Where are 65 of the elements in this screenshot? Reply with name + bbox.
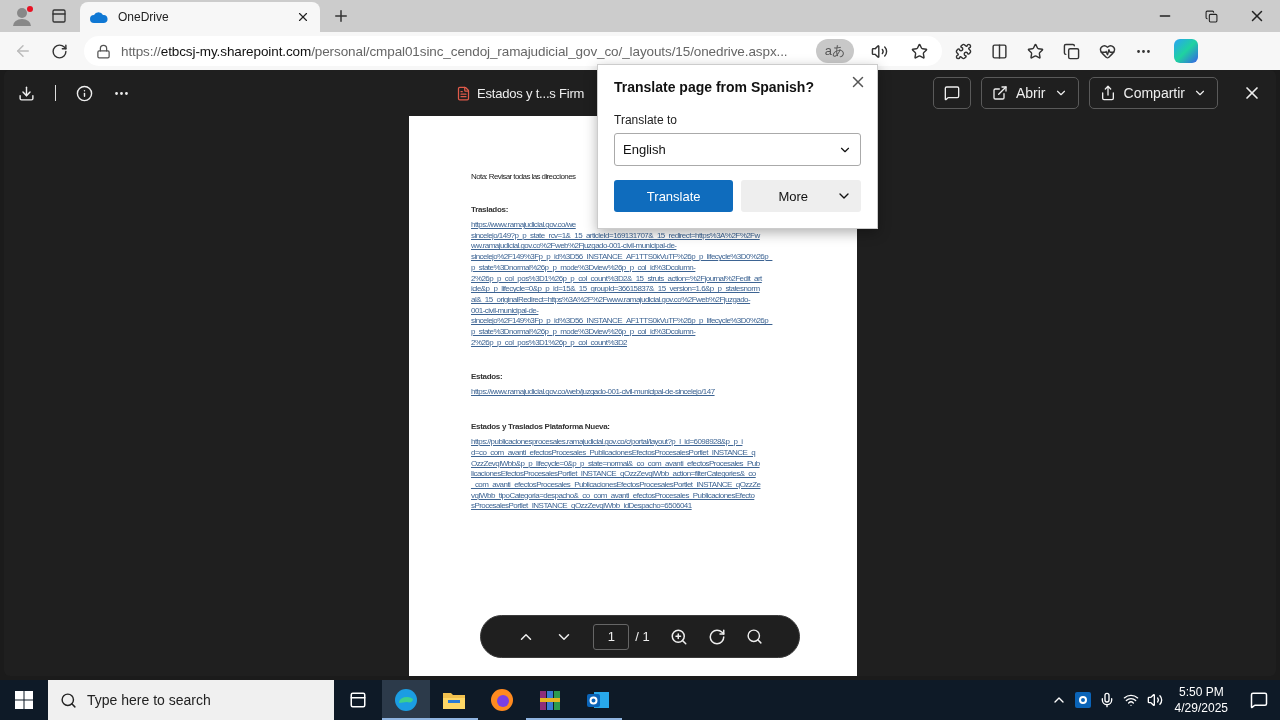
copilot-icon[interactable] [1174,39,1198,63]
note-text: Nota: Revisar todas las direcciones [471,172,577,181]
file-name: Estados y t...s Firm [477,85,585,101]
pdf-file-icon [456,85,471,101]
outlook-icon[interactable] [1074,692,1091,708]
link-text[interactable]: sProcesalesPortlet_INSTANCE_qOzzZevqIWbb_idDespacho=6506041 [471,501,857,513]
link-text[interactable]: _com_avanti_efectosProcesales_PublicacionesEfectosProcesalesPortlet_INSTANCE_qOzzZe [471,479,857,491]
link-text[interactable]: 2%26p_p_col_pos%3D1%26p_p_col_count%3D2&_15_struts_action=%2Fjournal%2Fedit_art [471,273,857,285]
link-text[interactable]: sincelejo/149?p_p_state_rcv=1&_15_articleId=169131707&_15_redirect=https%3A%2F%2Fw [471,230,857,242]
link-text[interactable]: OzzZevqIWbb&p_p_lifecycle=0&p_p_state=normal&_co_com_avanti_efectosProcesales_Pub [471,458,857,470]
search-field[interactable]: Type here to search [48,680,334,720]
link-text[interactable]: https://publicacionesprocesales.ramajudicial.gov.co/c/portal/layout?p_l_id=6098928&p_p_i [471,437,857,448]
outlook-icon [586,689,610,711]
share-icon [1099,85,1116,101]
external-link-icon [991,85,1008,101]
network-icon[interactable] [1122,692,1139,708]
link-text[interactable]: 2%26p_p_col_pos%3D1%26p_p_col_count%3D2 [471,337,857,349]
search-icon[interactable] [745,628,763,645]
taskbar-app[interactable] [382,680,430,720]
link-text[interactable]: al&_15_originalRedirect=https%3A%2F%2Fwww.ramajudicial.gov.co%2Fweb%2Fjuzgado- [471,294,857,306]
link-text[interactable]: d=co_com_avanti_efectosProcesales_PublicacionesEfectosProcesalesPortlet_INSTANCE_q [471,447,857,459]
more-button[interactable]: More [741,180,861,212]
url-text: https://etbcsj-my.sharepoint.com/personal/cmpal01sinc_cendoj_ramajudicial_gov_co/_layouts/15/onedrive.aspx... [121,43,789,59]
comment-button[interactable] [932,77,971,109]
page-total: / 1 [635,629,650,644]
info-icon[interactable] [76,84,93,102]
link-text[interactable]: sincelejo%2F149%3Fp_p_id%3D56_INSTANCE_AF1TTS0kVuTF%26p_p_lifecycle%3D0%26p_ [471,316,857,328]
close-icon[interactable] [296,10,310,24]
link-text[interactable]: licacionesEfectosProcesalesPortlet_INSTANCE_qOzzZevqIWbb_action=filterCategories&_co [471,469,857,480]
link-text[interactable]: https://www.ramajudicial.gov.co/web/juzgado-001-civil-municipal-de-sincelejo/147 [471,387,857,399]
link-text[interactable]: sincelejo%2F149%3Fp_p_id%3D56_INSTANCE_AF1TTS0kVuTF%26p_p_lifecycle%3D0%26p_ [471,252,857,263]
rotate-icon[interactable] [707,627,726,646]
link-text[interactable]: p_state%3Dnormal%26p_p_mode%3Dview%26p_p_col_id%3Dcolumn- [471,262,857,274]
link-text[interactable]: icle&p_p_lifecycle=0&p_p_id=15&_15_groupId=36615837&_15_version=1.6&p_p_statesnorm [471,284,857,295]
link-text[interactable]: 001-civil-municipal-de- [471,305,857,317]
page-number-field[interactable]: 1 [593,623,630,650]
lock-icon [96,43,111,59]
volume-icon[interactable] [1146,692,1163,708]
open-button[interactable]: Abrir [980,77,1079,109]
field-label: Translate to [614,113,678,127]
clock[interactable]: 5:50 PM 4/29/2025 [1174,684,1228,716]
edge-icon [394,688,418,712]
download-icon[interactable] [18,84,35,102]
share-button[interactable]: Compartir [1088,77,1218,109]
notifications-icon[interactable] [1250,691,1268,709]
tab-title: OneDrive [118,10,170,24]
translate-chip[interactable]: aあ [815,39,854,63]
popup-title: Translate page from Spanish? [614,79,815,95]
zoom-in-icon[interactable] [669,627,688,646]
language-dropdown[interactable]: English [614,133,861,166]
firefox-icon [490,688,514,712]
section-heading: Estados: [471,372,504,382]
books-icon [538,688,562,712]
address-bar[interactable]: https://etbcsj-my.sharepoint.com/personal/cmpal01sinc_cendoj_ramajudicial_gov_co/_layouts/15/onedrive.aspx... aあ [84,36,942,66]
search-icon [60,691,77,709]
link-text[interactable]: vqIWbb_tipoCategoria=despacho&_co_com_avanti_efectosProcesales_PublicacionesEfecto [471,490,857,502]
folder-icon [442,690,466,710]
cloud-icon [90,11,108,23]
translate-button[interactable]: Translate [614,180,734,212]
browser-tab[interactable]: OneDrive [80,2,320,32]
link-text[interactable]: p_state%3Dnormal%26p_p_mode%3Dview%26p_p_col_id%3Dcolumn- [471,327,857,338]
section-heading: Traslados: [471,205,510,214]
section-heading: Estados y Traslados Plataforma Nueva: [471,422,611,432]
comment-icon [943,85,960,101]
link-text[interactable]: ww.ramajudicial.gov.co%2Fweb%2Fjuzgado-001-civil-municipal-de- [471,241,857,253]
